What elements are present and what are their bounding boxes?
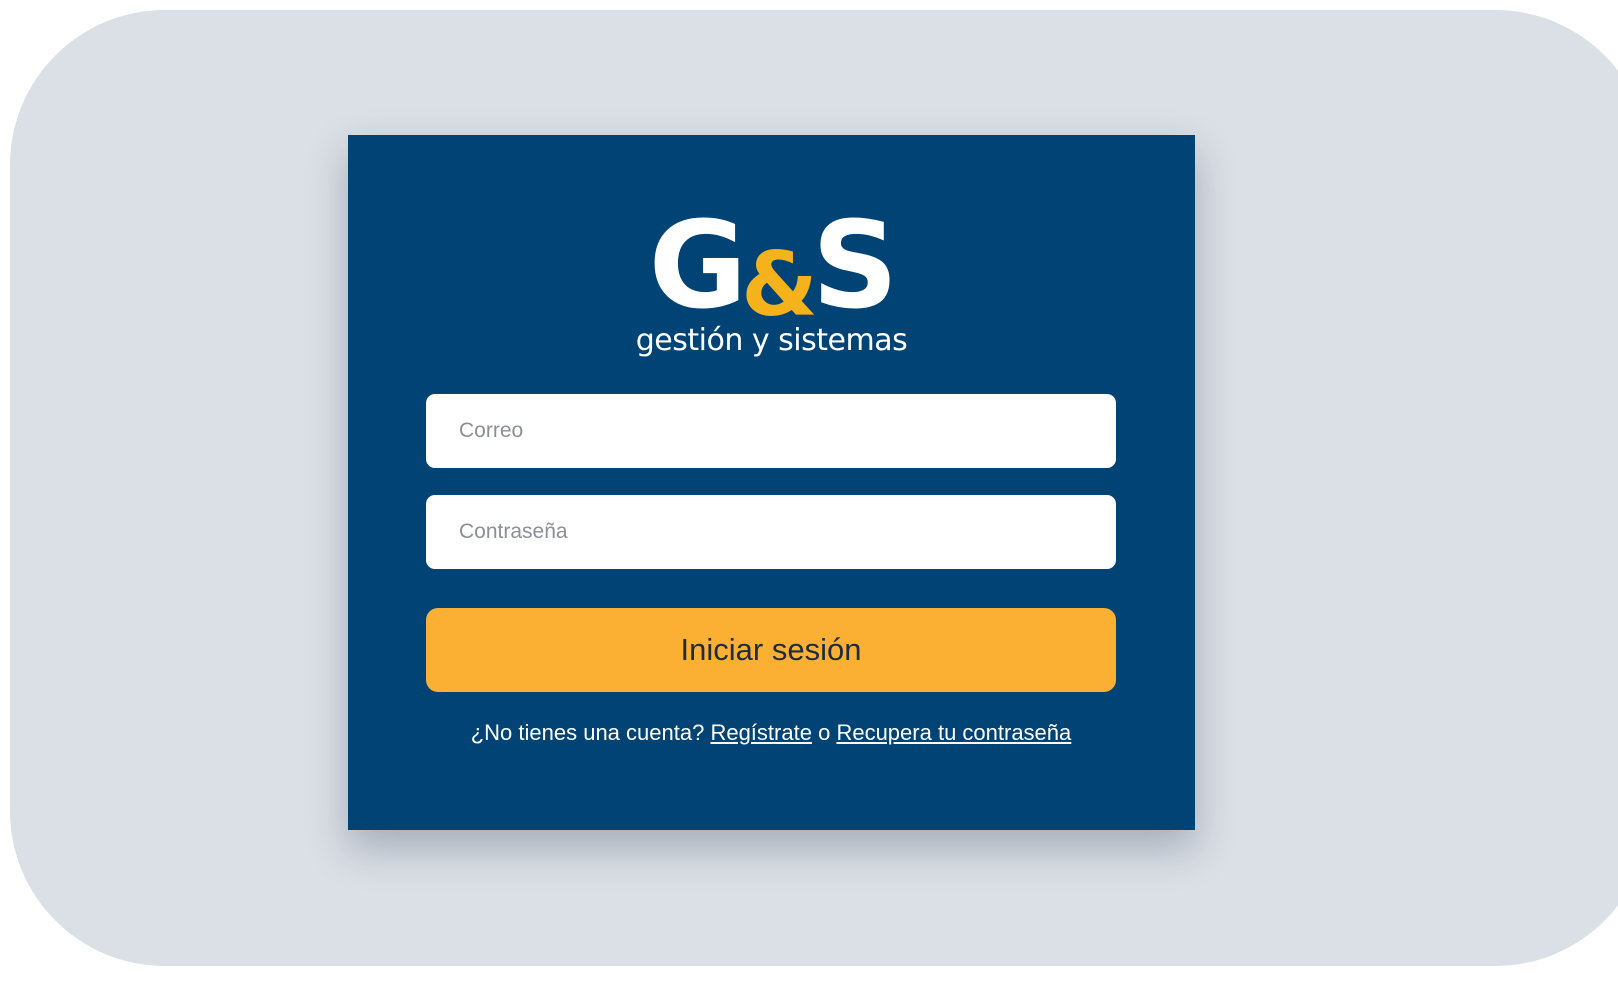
- recover-password-link[interactable]: Recupera tu contraseña: [836, 720, 1071, 745]
- logo-mark: G&S: [348, 207, 1195, 337]
- password-field[interactable]: [426, 495, 1116, 569]
- login-button[interactable]: Iniciar sesión: [426, 608, 1116, 692]
- brand-logo: G&S gestión y sistemas: [348, 207, 1195, 377]
- logo-letter-s: S: [811, 197, 898, 336]
- register-link[interactable]: Regístrate: [710, 720, 812, 745]
- email-field[interactable]: [426, 394, 1116, 468]
- logo-letter-g: G: [648, 197, 747, 336]
- link-separator: o: [818, 720, 831, 745]
- account-links: ¿No tienes una cuenta? Regístrate o Recu…: [426, 720, 1116, 746]
- logo-ampersand: &: [741, 233, 818, 336]
- no-account-prompt: ¿No tienes una cuenta?: [470, 720, 705, 745]
- login-card: G&S gestión y sistemas Iniciar sesión ¿N…: [348, 135, 1195, 830]
